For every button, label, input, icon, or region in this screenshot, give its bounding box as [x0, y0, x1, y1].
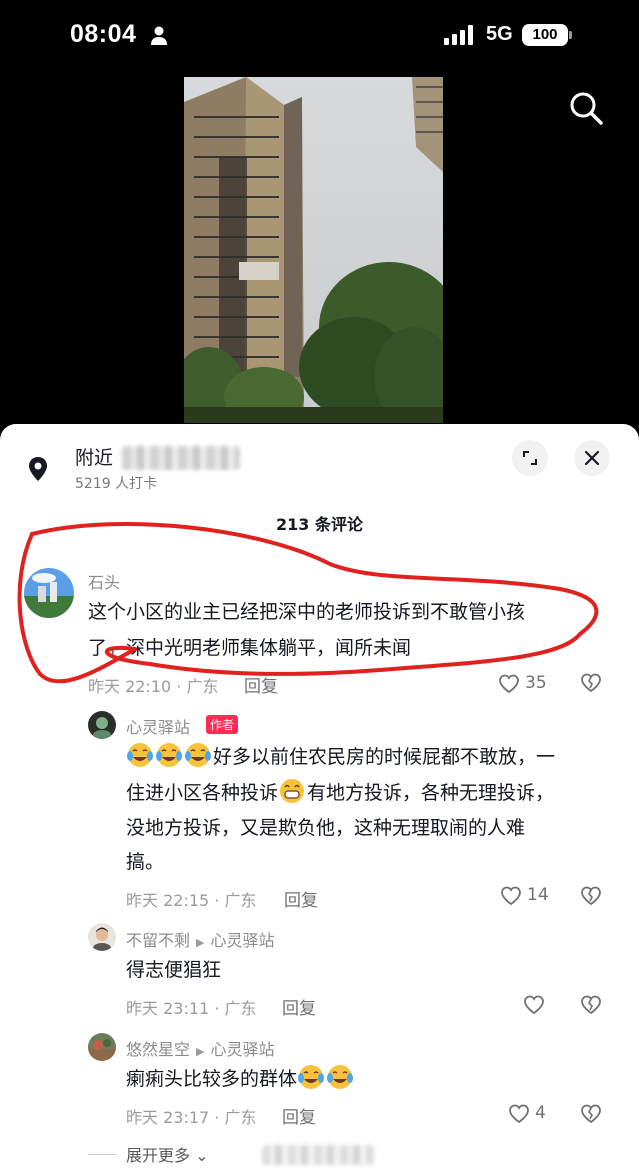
- battery-icon: 100: [522, 24, 568, 46]
- reply-to-name[interactable]: 心灵驿站: [210, 931, 274, 950]
- reply-text-line: 好多以前住农民房的时候屁都不敢放，一: [213, 746, 556, 768]
- reply-button[interactable]: 回复: [244, 672, 278, 697]
- reply-text: 瘌痢头比较多的群体: [126, 1062, 355, 1097]
- avatar[interactable]: [24, 568, 74, 618]
- avatar-image: [88, 923, 116, 951]
- face-with-tears-of-joy-icon: [327, 1065, 354, 1089]
- heart-icon[interactable]: [500, 886, 522, 906]
- reply-text-line: 搞。: [126, 851, 165, 873]
- like-count: 14: [527, 885, 549, 905]
- reply-button[interactable]: 回复: [282, 994, 316, 1019]
- status-time: 08:04: [70, 20, 137, 48]
- status-bar: 08:04 5G 100: [0, 0, 639, 70]
- map-pin-icon: [29, 457, 47, 481]
- video-player[interactable]: [184, 77, 443, 423]
- face-with-tears-of-joy-icon: [156, 743, 182, 767]
- avatar[interactable]: [88, 1033, 116, 1061]
- reply-arrow-icon: ▶: [196, 936, 205, 949]
- expand-more-button[interactable]: 展开更多 ⌄: [126, 1142, 209, 1166]
- comment-sheet: 附近 5219 人打卡 213 条评论 石头 这个小区的业主已经把深中的老师投诉…: [0, 424, 639, 1175]
- location-name-redacted: [122, 446, 240, 470]
- chevron-down-icon: ⌄: [190, 1146, 209, 1165]
- reply-author: 悠然星空 ▶ 心灵驿站: [126, 1036, 275, 1060]
- avatar[interactable]: [88, 923, 116, 951]
- comment-count: 213 条评论: [276, 515, 363, 534]
- broken-heart-icon[interactable]: [580, 1103, 602, 1125]
- broken-heart-icon[interactable]: [580, 994, 602, 1016]
- reply-to-name[interactable]: 心灵驿站: [210, 1040, 274, 1059]
- reply-text: 好多以前住农民房的时候屁都不敢放，一: [126, 740, 555, 775]
- like-count: 35: [525, 673, 547, 693]
- watermark-redacted: [262, 1145, 374, 1165]
- reply-meta: 昨天 22:15 · 广东: [126, 891, 257, 910]
- broken-heart-icon[interactable]: [580, 885, 602, 907]
- heart-icon[interactable]: [508, 1104, 530, 1124]
- close-icon: [584, 450, 600, 466]
- reply-arrow-icon: ▶: [196, 1045, 205, 1058]
- close-button[interactable]: [574, 440, 610, 476]
- reply-text: 得志便猖狂: [126, 959, 222, 981]
- reply-text-line: 瘌痢头比较多的群体: [126, 1068, 298, 1090]
- avatar-image: [88, 1033, 116, 1061]
- face-with-tears-of-joy-icon: [298, 1065, 325, 1089]
- location-title[interactable]: 附近: [75, 443, 113, 470]
- expand-button[interactable]: [512, 440, 548, 476]
- expand-more-label: 展开更多: [126, 1146, 191, 1165]
- network-label: 5G: [486, 23, 513, 45]
- video-thumbnail: [184, 77, 443, 423]
- expand-icon: [523, 451, 537, 465]
- avatar[interactable]: [88, 711, 116, 739]
- signal-icon: [444, 25, 473, 45]
- avatar-image: [88, 711, 116, 739]
- comment-text: 了。深中光明老师集体躺平，闻所未闻: [88, 637, 412, 659]
- reply-text-line: 有地方投诉，各种无理投诉，: [307, 782, 555, 804]
- reply-meta: 昨天 23:17 · 广东: [126, 1108, 257, 1127]
- heart-icon[interactable]: [498, 674, 520, 694]
- grinning-face-icon: [280, 779, 305, 803]
- checkin-count: 5219 人打卡: [75, 476, 158, 492]
- search-icon[interactable]: [568, 90, 604, 126]
- face-with-tears-of-joy-icon: [185, 743, 211, 767]
- comment-author[interactable]: 石头: [88, 569, 120, 593]
- reply-button[interactable]: 回复: [282, 1103, 316, 1128]
- reply-author-name[interactable]: 悠然星空: [126, 1040, 190, 1059]
- reply-text: 住进小区各种投诉 有地方投诉，各种无理投诉，: [126, 776, 554, 811]
- reply-author-name[interactable]: 不留不剩: [126, 931, 190, 950]
- avatar-image: [24, 568, 74, 618]
- reply-button[interactable]: 回复: [284, 886, 318, 911]
- like-count: 4: [535, 1103, 546, 1123]
- divider: [88, 1154, 116, 1155]
- reply-author: 不留不剩 ▶ 心灵驿站: [126, 927, 275, 951]
- heart-icon[interactable]: [523, 995, 545, 1015]
- reply-author[interactable]: 心灵驿站: [126, 714, 190, 738]
- reply-text-line: 住进小区各种投诉: [126, 782, 279, 804]
- reply-text-line: 没地方投诉，又是欺负他，这种无理取闹的人难: [126, 817, 526, 839]
- comment-text: 这个小区的业主已经把深中的老师投诉到不敢管小孩: [88, 601, 526, 623]
- broken-heart-icon[interactable]: [580, 672, 602, 694]
- person-icon: [151, 26, 167, 45]
- author-badge: 作者: [206, 715, 239, 734]
- face-with-tears-of-joy-icon: [127, 743, 153, 767]
- reply-meta: 昨天 23:11 · 广东: [126, 999, 257, 1018]
- battery-tip: [569, 31, 572, 39]
- comment-meta: 昨天 22:10 · 广东: [88, 677, 219, 696]
